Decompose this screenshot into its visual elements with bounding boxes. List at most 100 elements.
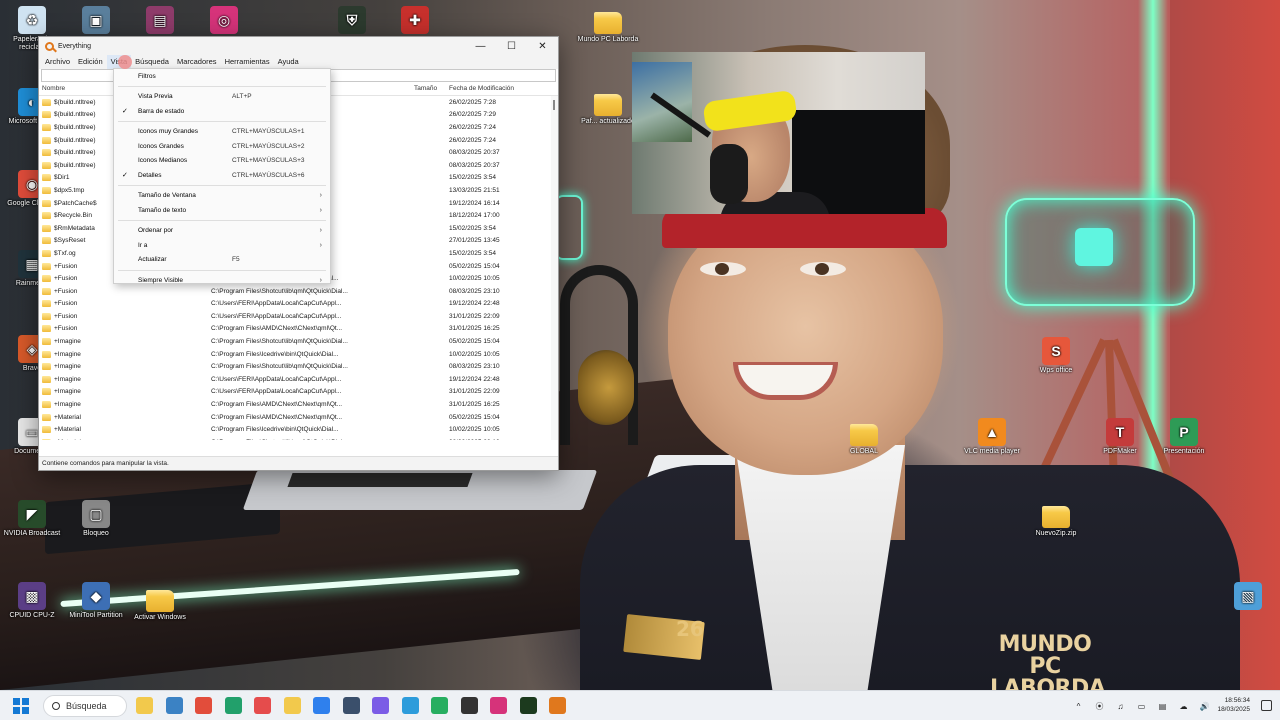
app-icon[interactable] xyxy=(431,697,448,714)
start-button[interactable] xyxy=(13,698,29,714)
row-path: C:\Program Files\Shotcut\lib\qml\QtQuick… xyxy=(211,287,348,295)
vista-menu-item[interactable]: Ordenar por › xyxy=(114,224,330,239)
chevron-right-icon: › xyxy=(319,206,322,214)
taskbar-clock[interactable]: 18:56:34 18/03/2025 xyxy=(1217,696,1250,714)
task-view-icon[interactable] xyxy=(165,697,183,714)
desktop-shortcut[interactable]: ▲ VLC media player xyxy=(960,418,1024,456)
menu-herramientas[interactable]: Herramientas xyxy=(221,55,274,69)
app-icon[interactable] xyxy=(460,697,478,714)
shield-icon: ⛨ xyxy=(338,6,366,34)
brand-line2: LABORDA xyxy=(990,676,1106,691)
tray-icon[interactable]: ^ xyxy=(1068,702,1089,711)
desktop-shortcut[interactable]: GLOBAL xyxy=(832,420,896,456)
desktop-shortcut[interactable]: NuevoZip.zip xyxy=(1024,502,1088,538)
checkmark-icon: ✓ xyxy=(122,108,128,116)
desktop-shortcut-label: GLOBAL xyxy=(849,448,878,455)
tray-icon[interactable]: ▤ xyxy=(1152,702,1173,711)
notification-icon[interactable] xyxy=(1261,700,1272,711)
taskbar-search[interactable]: Búsqueda xyxy=(43,695,127,717)
desktop-shortcut[interactable]: ◎ xyxy=(192,6,256,36)
tray-icon[interactable]: ☁ xyxy=(1173,702,1194,711)
file-explorer-icon[interactable] xyxy=(136,697,153,714)
webcam-overlay xyxy=(632,52,925,214)
app-icon[interactable] xyxy=(372,697,389,714)
desktop-shortcut[interactable]: Paf... actualizado xyxy=(576,90,640,126)
vista-menu-item[interactable]: Vista Previa ALT+P xyxy=(114,90,330,105)
row-name: +Imagine xyxy=(54,388,81,396)
vista-menu-item[interactable]: Tamaño de texto › xyxy=(114,203,330,218)
row-name: +Fusion xyxy=(54,300,78,308)
table-row[interactable]: +Imagine C:\Program Files\Shotcut\lib\qml… xyxy=(39,335,558,348)
menu-archivo[interactable]: Archivo xyxy=(41,55,74,69)
desktop-shortcut[interactable]: ▣ xyxy=(64,6,128,36)
desktop-shortcut[interactable]: ◤ NVIDIA Broadcast xyxy=(0,500,64,538)
close-button[interactable]: ✕ xyxy=(527,37,558,55)
desktop-shortcut[interactable]: ⛨ xyxy=(320,6,384,36)
app-icon[interactable] xyxy=(254,697,271,714)
menu-ayuda[interactable]: Ayuda xyxy=(274,55,303,69)
folder-icon[interactable] xyxy=(283,697,301,714)
table-row[interactable]: +Imagine C:\Program Files\Shotcut\lib\qml… xyxy=(39,360,558,373)
wps-icon: S xyxy=(1042,337,1070,365)
desktop-shortcut[interactable]: ▢ Bloqueo xyxy=(64,500,128,538)
vista-menu-item[interactable]: ✓ Detalles CTRL+MAYÚSCULAS+6 xyxy=(114,168,330,183)
desktop-shortcut[interactable]: Activar Windows xyxy=(128,586,192,622)
menu-item-label: Barra de estado xyxy=(138,107,185,115)
vista-menu-item[interactable]: Filtros xyxy=(114,69,330,84)
app-icon[interactable] xyxy=(313,697,330,714)
vista-menu-item[interactable]: Actualizar F5 xyxy=(114,253,330,268)
row-date: 10/02/2025 10:05 xyxy=(449,426,500,434)
menu-marcadores[interactable]: Marcadores xyxy=(173,55,221,69)
menu-busqueda[interactable]: Búsqueda xyxy=(131,55,173,69)
vista-menu-item[interactable]: Siempre Visible › xyxy=(114,273,330,288)
maximize-button[interactable]: ☐ xyxy=(496,37,527,55)
desktop-shortcut[interactable]: ▤ xyxy=(128,6,192,36)
edge-icon[interactable] xyxy=(224,697,242,714)
vista-menu-item[interactable]: Iconos Medianos CTRL+MAYÚSCULAS+3 xyxy=(114,154,330,169)
desktop-shortcut[interactable]: ▧ xyxy=(1216,582,1280,612)
menu-separator xyxy=(118,269,326,271)
desktop-shortcut[interactable]: S Wps office xyxy=(1024,337,1088,375)
table-row[interactable]: +Fusion C:\Program Files\AMD\CNext\CNext\… xyxy=(39,323,558,336)
vista-menu-item[interactable]: Tamaño de Ventana › xyxy=(114,189,330,204)
tray-icon[interactable]: 🔊 xyxy=(1194,702,1215,711)
chrome-icon[interactable] xyxy=(195,697,212,714)
column-date[interactable]: Fecha de Modificación xyxy=(449,85,539,92)
vista-menu-item[interactable]: Iconos muy Grandes CTRL+MAYÚSCULAS+1 xyxy=(114,125,330,140)
tray-icon[interactable]: ♫ xyxy=(1110,702,1131,711)
instagram-icon[interactable] xyxy=(490,697,507,714)
table-row[interactable]: +Material C:\Program Files\Icedrive\bin\Q… xyxy=(39,423,558,436)
desktop-shortcut[interactable]: ✚ xyxy=(383,6,447,36)
vista-menu-item[interactable]: Iconos Grandes CTRL+MAYÚSCULAS+2 xyxy=(114,139,330,154)
terminal-icon[interactable] xyxy=(519,697,537,714)
desktop-shortcut[interactable]: ▩ CPUID CPU-Z xyxy=(0,582,64,620)
table-row[interactable]: +Imagine C:\Program Files\AMD\CNext\CNext… xyxy=(39,398,558,411)
everything-icon[interactable] xyxy=(549,697,566,714)
tray-icon[interactable]: ⦿ xyxy=(1089,701,1110,712)
table-row[interactable]: +Imagine C:\Users\FERI\AppData\Local\CapC… xyxy=(39,373,558,386)
table-row[interactable]: +Material C:\Program Files\AMD\CNext\CNex… xyxy=(39,411,558,424)
menu-item-label: Vista Previa xyxy=(138,93,173,101)
desktop-shortcut[interactable]: ◆ MiniTool Partition xyxy=(64,582,128,620)
table-row[interactable]: +Material C:\Program Files\Shotcut\lib\qm… xyxy=(39,436,558,440)
folder-icon xyxy=(42,262,51,270)
minimize-button[interactable]: — xyxy=(465,37,496,55)
person-eye-left xyxy=(700,262,746,276)
system-tray: ^ ⦿ ♫ ▭ ▤ ☁ 🔊 xyxy=(1068,691,1215,720)
table-row[interactable]: +Fusion C:\Users\FERI\AppData\Local\CapCu… xyxy=(39,310,558,323)
vertical-scrollbar[interactable] xyxy=(551,96,558,440)
table-row[interactable]: +Fusion C:\Users\FERI\AppData\Local\CapCu… xyxy=(39,298,558,311)
vista-menu-item[interactable]: ✓ Barra de estado xyxy=(114,104,330,119)
table-row[interactable]: +Imagine C:\Program Files\Icedrive\bin\Qt… xyxy=(39,348,558,361)
app-icon[interactable] xyxy=(401,697,419,714)
column-size[interactable]: Tamaño xyxy=(414,85,449,92)
desktop-shortcut[interactable]: P Presentación xyxy=(1152,418,1216,456)
vista-menu-item[interactable]: Ir a › xyxy=(114,238,330,253)
tray-icon[interactable]: ▭ xyxy=(1131,702,1152,711)
menu-edicion[interactable]: Edición xyxy=(74,55,107,69)
window-titlebar[interactable]: Everything — ☐ ✕ xyxy=(39,37,558,55)
desktop-shortcut[interactable]: Mundo PC Laborda xyxy=(576,8,640,44)
desktop-shortcut[interactable]: T PDFMaker xyxy=(1088,418,1152,456)
app-icon[interactable] xyxy=(342,697,360,714)
table-row[interactable]: +Imagine C:\Users\FERI\AppData\Local\CapC… xyxy=(39,386,558,399)
